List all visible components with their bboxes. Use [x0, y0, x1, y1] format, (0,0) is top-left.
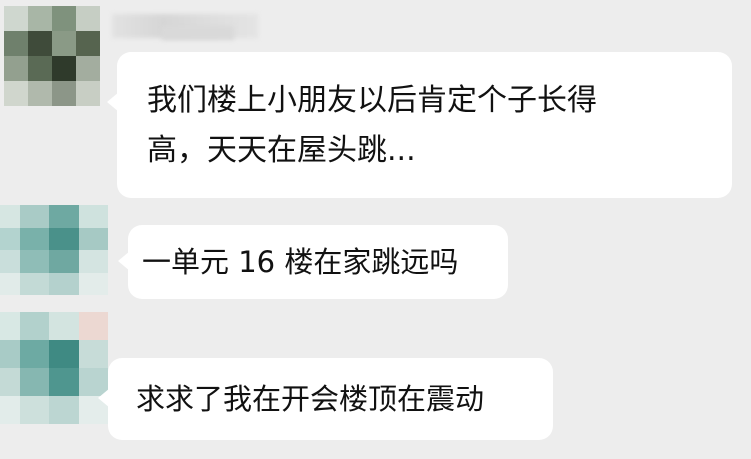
message-text: 求求了我在开会楼顶在震动 — [136, 382, 485, 416]
bubble-tail — [118, 251, 130, 271]
message-text: 高，天天在屋头跳... — [147, 133, 416, 168]
avatar[interactable] — [0, 312, 108, 424]
bubble-tail — [107, 92, 119, 112]
message-bubble[interactable]: 求求了我在开会楼顶在震动 — [98, 358, 553, 440]
sender-name-blurred — [162, 26, 234, 40]
avatar[interactable] — [4, 6, 100, 106]
message-text: 一单元 16 楼在家跳远吗 — [142, 245, 459, 279]
bubble-tail — [98, 388, 110, 408]
message-bubble[interactable]: 一单元 16 楼在家跳远吗 — [118, 225, 508, 299]
message-bubble[interactable]: 我们楼上小朋友以后肯定个子长得 高，天天在屋头跳... — [107, 52, 732, 198]
message-text: 我们楼上小朋友以后肯定个子长得 — [147, 83, 597, 118]
avatar[interactable] — [0, 205, 108, 295]
